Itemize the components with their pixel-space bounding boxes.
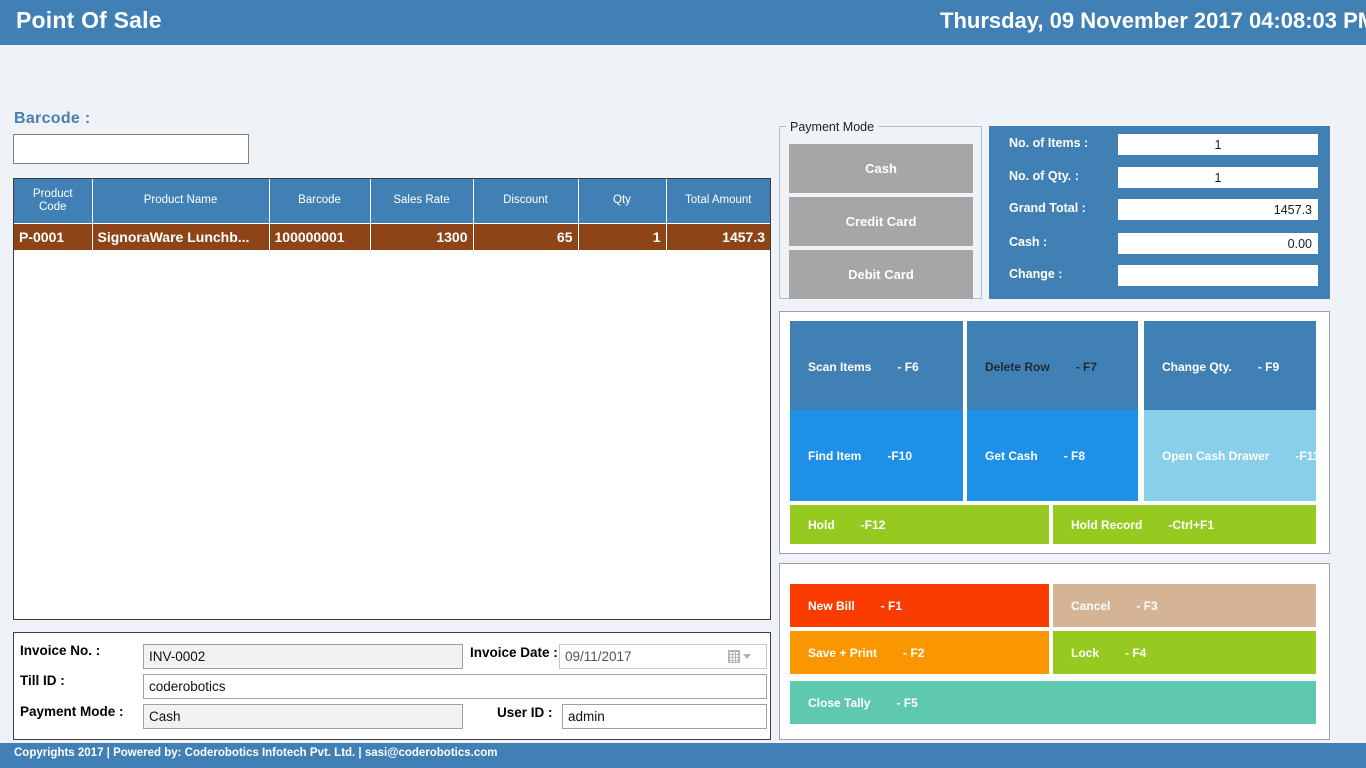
cell-sales-rate: 1300 xyxy=(370,223,474,250)
summary-value-cash[interactable] xyxy=(1118,233,1318,254)
open-cash-drawer-shortcut: -F11 xyxy=(1295,448,1320,463)
invoice-date-picker[interactable] xyxy=(559,644,767,669)
totals-summary-panel: No. of Items : No. of Qty. : Grand Total… xyxy=(989,126,1330,299)
payment-mode-field[interactable] xyxy=(143,704,463,729)
payment-mode-cash-button[interactable]: Cash xyxy=(789,144,973,193)
cell-product-code: P-0001 xyxy=(14,223,93,250)
hold-button[interactable]: Hold -F12 xyxy=(790,505,1049,544)
till-id-label: Till ID : xyxy=(20,673,65,688)
table-header-row: Product Code Product Name Barcode Sales … xyxy=(14,179,770,224)
hold-record-label: Hold Record xyxy=(1071,517,1143,532)
invoice-date-field[interactable] xyxy=(560,645,725,668)
get-cash-button[interactable]: Get Cash - F8 xyxy=(967,410,1138,501)
find-item-shortcut: -F10 xyxy=(887,448,913,463)
scan-items-label: Scan Items xyxy=(808,359,872,374)
user-id-field[interactable] xyxy=(562,704,767,729)
lock-button[interactable]: Lock - F4 xyxy=(1053,631,1316,674)
payment-mode-group-title: Payment Mode xyxy=(786,120,879,134)
summary-row-qty: No. of Qty. : xyxy=(989,167,1330,188)
save-print-shortcut: - F2 xyxy=(903,645,925,660)
change-qty-label: Change Qty. xyxy=(1162,359,1232,374)
summary-row-cash: Cash : xyxy=(989,233,1330,254)
summary-label-grand-total: Grand Total : xyxy=(1009,201,1086,215)
delete-row-shortcut: - F7 xyxy=(1075,359,1098,374)
save-print-button[interactable]: Save + Print - F2 xyxy=(790,631,1049,674)
footer-bar: Copyrights 2017 | Powered by: Coderoboti… xyxy=(0,743,1366,768)
summary-row-items: No. of Items : xyxy=(989,134,1330,155)
hold-label: Hold xyxy=(808,517,835,532)
till-id-field[interactable] xyxy=(143,674,767,699)
change-qty-shortcut: - F9 xyxy=(1257,359,1280,374)
find-item-label: Find Item xyxy=(808,448,862,463)
cancel-label: Cancel xyxy=(1071,598,1111,613)
summary-label-no-of-items: No. of Items : xyxy=(1009,136,1089,150)
column-header-product-code[interactable]: Product Code xyxy=(14,179,93,224)
summary-value-grand-total[interactable] xyxy=(1118,199,1318,220)
summary-label-change: Change : xyxy=(1009,267,1063,281)
calendar-dropdown-button[interactable] xyxy=(728,648,762,665)
app-titlebar: Point Of Sale Thursday, 09 November 2017… xyxy=(0,0,1366,45)
summary-label-cash: Cash : xyxy=(1009,235,1048,249)
page-title: Point Of Sale xyxy=(16,7,162,33)
new-bill-shortcut: - F1 xyxy=(880,598,903,613)
save-print-label: Save + Print xyxy=(808,645,878,660)
new-bill-label: New Bill xyxy=(808,598,855,613)
invoice-no-label: Invoice No. : xyxy=(20,643,101,658)
invoice-date-label: Invoice Date : xyxy=(470,645,558,660)
footer-copyright-text: Copyrights 2017 | Powered by: Coderoboti… xyxy=(14,747,498,759)
cell-product-name: SignoraWare Lunchb... xyxy=(92,223,270,250)
hold-record-shortcut: -Ctrl+F1 xyxy=(1168,517,1215,532)
scan-items-button[interactable]: Scan Items - F6 xyxy=(790,321,963,412)
summary-value-change[interactable] xyxy=(1118,265,1318,286)
column-header-sales-rate[interactable]: Sales Rate xyxy=(370,179,474,224)
chevron-down-icon xyxy=(743,654,751,659)
delete-row-button[interactable]: Delete Row - F7 xyxy=(967,321,1138,412)
find-item-button[interactable]: Find Item -F10 xyxy=(790,410,963,501)
header-datetime: Thursday, 09 November 2017 04:08:03 PM xyxy=(940,8,1366,33)
summary-label-no-of-qty: No. of Qty. : xyxy=(1009,169,1079,183)
cell-barcode: 100000001 xyxy=(269,223,371,250)
cell-discount: 65 xyxy=(473,223,579,250)
column-header-discount[interactable]: Discount xyxy=(473,179,579,224)
column-header-barcode[interactable]: Barcode xyxy=(269,179,371,224)
user-id-label: User ID : xyxy=(497,705,553,720)
hold-record-button[interactable]: Hold Record -Ctrl+F1 xyxy=(1053,505,1316,544)
invoice-no-field[interactable] xyxy=(143,644,463,669)
column-header-product-name[interactable]: Product Name xyxy=(92,179,270,224)
open-cash-drawer-button[interactable]: Open Cash Drawer -F11 xyxy=(1144,410,1320,501)
get-cash-shortcut: - F8 xyxy=(1063,448,1086,463)
close-tally-shortcut: - F5 xyxy=(896,695,918,710)
summary-value-no-of-qty[interactable] xyxy=(1118,167,1318,188)
close-tally-label: Close Tally xyxy=(808,695,871,710)
cancel-shortcut: - F3 xyxy=(1136,598,1158,613)
payment-mode-debit-card-button[interactable]: Debit Card xyxy=(789,250,973,299)
cell-total-amount: 1457.3 xyxy=(666,223,770,250)
barcode-label: Barcode : xyxy=(14,110,91,127)
cell-qty: 1 xyxy=(578,223,667,250)
lock-shortcut: - F4 xyxy=(1125,645,1147,660)
column-header-qty[interactable]: Qty xyxy=(578,179,667,224)
cancel-button[interactable]: Cancel - F3 xyxy=(1053,584,1316,627)
new-bill-button[interactable]: New Bill - F1 xyxy=(790,584,1049,627)
product-grid-panel: Product Code Product Name Barcode Sales … xyxy=(13,178,771,620)
scan-items-shortcut: - F6 xyxy=(897,359,919,374)
column-header-total-amount[interactable]: Total Amount xyxy=(666,179,770,224)
change-qty-button[interactable]: Change Qty. - F9 xyxy=(1144,321,1316,412)
open-cash-drawer-label: Open Cash Drawer xyxy=(1162,448,1270,463)
summary-row-change: Change : xyxy=(989,265,1330,286)
payment-mode-label: Payment Mode : xyxy=(20,704,124,719)
summary-value-no-of-items[interactable] xyxy=(1118,134,1318,155)
summary-row-grand-total: Grand Total : xyxy=(989,199,1330,220)
hold-shortcut: -F12 xyxy=(860,517,886,532)
delete-row-label: Delete Row xyxy=(985,359,1050,374)
close-tally-button[interactable]: Close Tally - F5 xyxy=(790,681,1316,724)
product-grid: Product Code Product Name Barcode Sales … xyxy=(14,179,770,250)
lock-label: Lock xyxy=(1071,645,1100,660)
payment-mode-credit-card-button[interactable]: Credit Card xyxy=(789,197,973,246)
calendar-icon xyxy=(728,650,740,663)
get-cash-label: Get Cash xyxy=(985,448,1038,463)
barcode-input[interactable] xyxy=(13,134,249,164)
table-row[interactable]: P-0001 SignoraWare Lunchb... 100000001 1… xyxy=(14,223,770,250)
